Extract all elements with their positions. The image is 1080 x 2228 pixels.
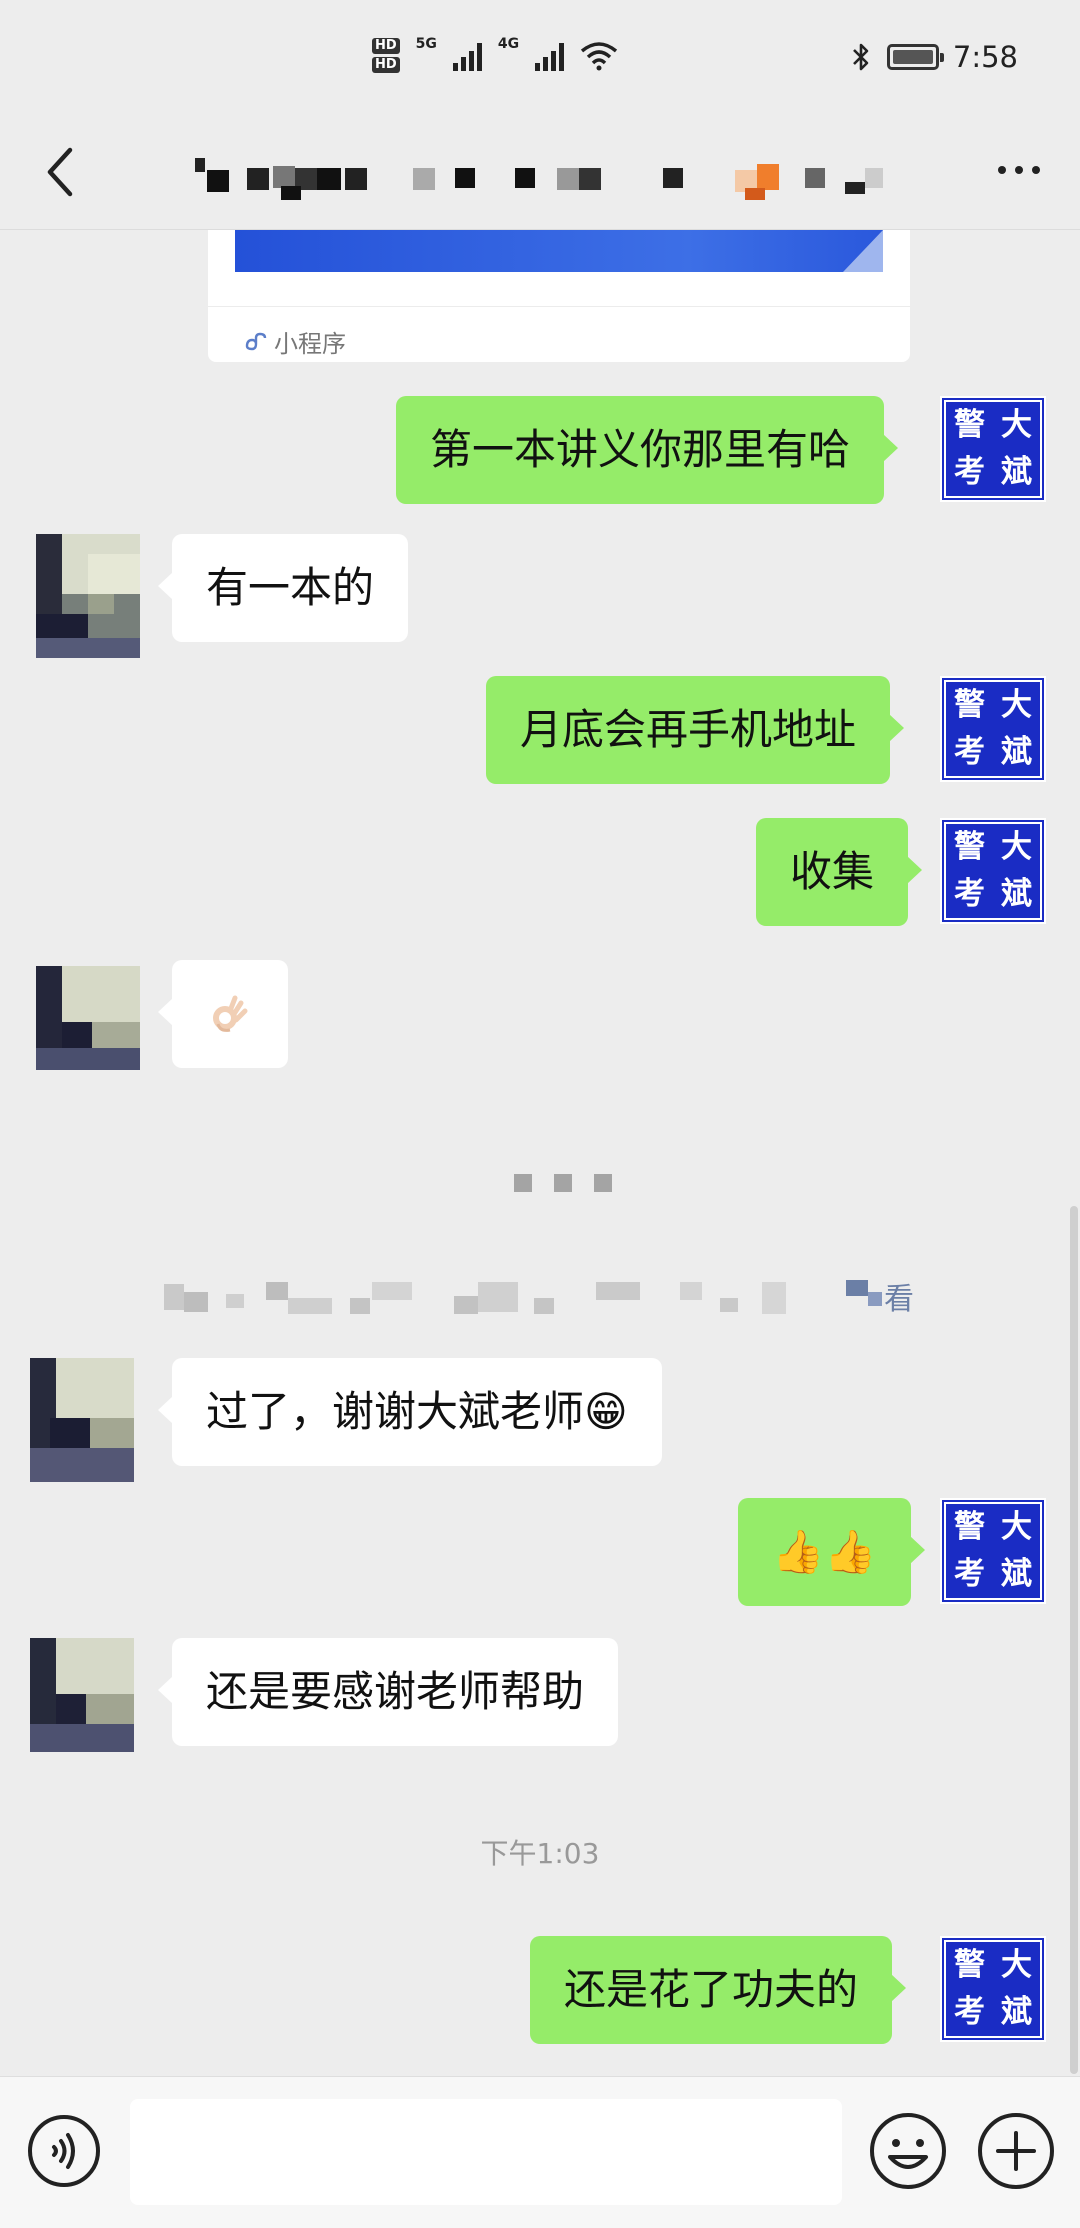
message-bubble-sent[interactable]: 月底会再手机地址 — [486, 676, 905, 784]
load-more-indicator — [514, 1174, 612, 1192]
hd-badges: HD HD — [372, 38, 400, 73]
voice-icon[interactable] — [26, 2113, 102, 2189]
chat-screen: HD HD 5G 4G 7:58 小程序 第一本讲义你那里有哈 警 大 考 斌 … — [0, 0, 1080, 2228]
scrollbar[interactable] — [1070, 1206, 1078, 2074]
chat-title-redacted — [195, 158, 895, 200]
mini-program-icon — [245, 332, 267, 350]
bluetooth-icon — [852, 43, 869, 71]
avatar-contact[interactable] — [30, 1358, 134, 1482]
status-time: 7:58 — [952, 40, 1018, 74]
signal-group: HD HD 5G 4G — [372, 35, 618, 73]
mini-program-label: 小程序 — [274, 330, 346, 358]
divider — [208, 306, 910, 307]
message-bubble-received[interactable]: 过了，谢谢大斌老师😁 — [158, 1358, 662, 1466]
system-notice-redacted — [0, 1278, 1080, 1322]
chat-header — [0, 120, 1080, 230]
avatar-contact[interactable] — [36, 534, 140, 658]
hd-badge-1: HD — [372, 38, 400, 54]
status-bar: HD HD 5G 4G 7:58 — [0, 0, 1080, 120]
emoji-icon[interactable] — [868, 2111, 948, 2191]
message-bubble-received[interactable] — [158, 960, 288, 1068]
message-bubble-received[interactable]: 有一本的 — [157, 534, 409, 642]
network-type-2: 4G — [497, 35, 520, 52]
system-notice-link[interactable]: 看 — [884, 1274, 914, 1318]
plus-icon[interactable] — [976, 2111, 1056, 2191]
signal-icon — [452, 41, 482, 71]
chevron-left-icon[interactable] — [38, 142, 82, 202]
message-bubble-sent[interactable]: 还是花了功夫的 — [530, 1936, 907, 2044]
avatar-contact[interactable] — [30, 1638, 134, 1752]
input-bar — [0, 2076, 1080, 2228]
avatar-me[interactable]: 警大考斌 — [940, 818, 1046, 924]
status-right: 7:58 — [849, 40, 1018, 74]
avatar-me[interactable]: 警大考斌 — [940, 396, 1046, 502]
message-bubble-received[interactable]: 还是要感谢老师帮助 — [157, 1638, 619, 1746]
network-type-1: 5G — [415, 35, 437, 52]
mini-program-card[interactable]: 小程序 — [208, 230, 910, 362]
message-input[interactable] — [130, 2099, 842, 2205]
avatar-me[interactable]: 警大考斌 — [940, 676, 1046, 782]
avatar-me[interactable]: 警大考斌 — [940, 1936, 1046, 2042]
avatar-contact[interactable] — [36, 966, 140, 1070]
message-bubble-sent[interactable]: 收集 — [756, 818, 923, 926]
signal-icon-2 — [535, 41, 565, 71]
mini-program-banner — [235, 230, 883, 272]
hd-badge-2: HD — [372, 57, 400, 73]
message-bubble-sent[interactable]: 第一本讲义你那里有哈 — [396, 396, 899, 504]
time-separator: 下午1:03 — [480, 1837, 600, 1870]
battery-icon — [886, 44, 944, 70]
mini-program-source: 小程序 — [244, 324, 346, 359]
avatar-me[interactable]: 警大考斌 — [940, 1498, 1046, 1604]
wifi-icon — [581, 41, 618, 70]
ok-hand-emoji — [213, 995, 248, 1032]
message-bubble-sent[interactable]: 👍👍 — [738, 1498, 925, 1606]
more-dots-icon[interactable] — [998, 166, 1040, 174]
